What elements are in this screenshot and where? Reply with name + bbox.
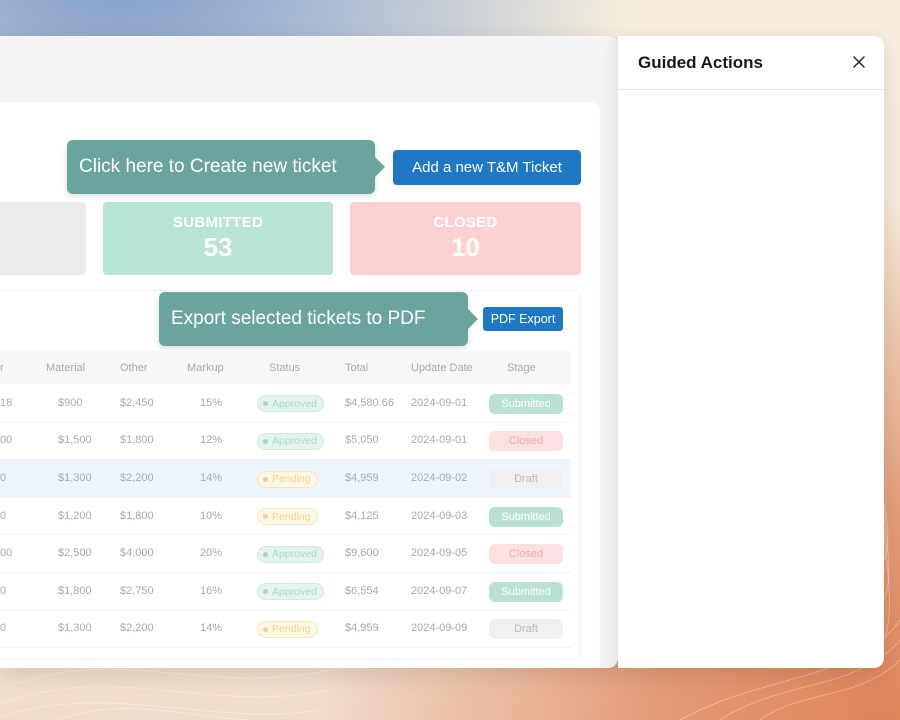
stat-card-closed[interactable]: CLOSED 10	[350, 202, 581, 275]
cell-total: $4,959	[345, 622, 379, 635]
status-badge-label: Approved	[272, 435, 317, 448]
cell-partial: 18	[0, 396, 13, 409]
status-badge: Pending	[257, 620, 318, 638]
cell-total: $5,050	[345, 434, 379, 447]
stat-card-draft[interactable]	[0, 202, 86, 275]
cell-material: $2,500	[58, 547, 92, 560]
cell-material: $1,800	[58, 584, 92, 597]
cell-total: $4,125	[345, 509, 379, 522]
cell-markup: 10%	[200, 509, 223, 522]
status-badge-label: Pending	[272, 473, 311, 485]
cell-total: $6,554	[345, 584, 379, 597]
status-badge: Approved	[257, 545, 324, 563]
status-badge: Pending	[257, 470, 318, 488]
status-badge-label: Approved	[272, 397, 317, 410]
status-dot-icon	[263, 401, 268, 407]
create-ticket-tooltip-text: Click here to Create new ticket	[79, 156, 337, 177]
status-badge: Pending	[257, 508, 318, 526]
column-header-partial[interactable]: r	[0, 362, 4, 374]
cell-other: $2,750	[120, 584, 154, 597]
stage-badge: Submitted	[489, 393, 563, 414]
cell-partial: 00	[0, 434, 13, 447]
stat-submitted-value: 53	[203, 232, 233, 262]
cell-total: $4,580.66	[345, 396, 394, 409]
column-header-markup[interactable]: Markup	[187, 362, 224, 374]
export-pdf-tooltip: Export selected tickets to PDF	[159, 292, 478, 346]
stat-submitted-label: SUBMITTED	[172, 214, 264, 231]
cell-markup: 14%	[200, 622, 223, 635]
cell-total: $9,600	[345, 547, 379, 560]
cell-partial: 00	[0, 547, 13, 560]
cell-other: $1,800	[120, 509, 154, 522]
cell-total: $4,959	[345, 472, 379, 484]
cell-update-date: 2024-09-05	[411, 547, 468, 560]
stage-badge: Closed	[489, 544, 563, 565]
cell-partial: 0	[0, 584, 7, 597]
pdf-export-button[interactable]: PDF Export	[483, 307, 563, 331]
cell-update-date: 2024-09-03	[411, 509, 468, 522]
add-ticket-button[interactable]: Add a new T&M Ticket	[393, 150, 581, 185]
status-badge-label: Pending	[272, 623, 311, 636]
stage-badge: Closed	[489, 431, 563, 452]
create-ticket-tooltip: Click here to Create new ticket	[67, 140, 385, 194]
close-icon[interactable]	[851, 54, 867, 70]
status-badge-label: Approved	[272, 585, 317, 598]
column-header-update-date[interactable]: Update Date	[411, 362, 473, 374]
cell-markup: 20%	[200, 547, 223, 560]
column-header-total[interactable]: Total	[345, 362, 368, 374]
cell-update-date: 2024-09-02	[411, 472, 468, 484]
cell-other: $2,200	[120, 472, 154, 484]
cell-markup: 15%	[200, 396, 223, 409]
cell-other: $2,200	[120, 622, 154, 635]
cell-material: $1,200	[58, 509, 92, 522]
stat-closed-value: 10	[451, 232, 480, 262]
stat-closed-label: CLOSED	[433, 214, 498, 231]
status-dot-icon	[263, 514, 268, 520]
status-dot-icon	[263, 626, 268, 632]
cell-material: $1,300	[58, 472, 92, 484]
guided-actions-title: Guided Actions	[638, 53, 763, 72]
status-dot-icon	[263, 438, 268, 444]
guided-actions-header: Guided Actions	[618, 36, 884, 90]
cell-partial: 0	[0, 472, 7, 484]
cell-markup: 16%	[200, 584, 223, 597]
status-badge: Approved	[257, 583, 324, 601]
cell-partial: 0	[0, 509, 7, 522]
guided-actions-panel: Guided Actions	[618, 36, 884, 668]
column-header-other[interactable]: Other	[120, 362, 148, 374]
stage-badge: Draft	[489, 619, 563, 640]
cell-other: $2,450	[120, 396, 154, 409]
status-dot-icon	[263, 551, 268, 557]
cell-update-date: 2024-09-01	[411, 396, 468, 409]
cell-other: $1,800	[120, 434, 154, 447]
status-dot-icon	[263, 589, 268, 595]
cell-other: $4,000	[120, 547, 154, 560]
column-header-material[interactable]: Material	[46, 362, 85, 374]
cell-material: $1,300	[58, 622, 92, 635]
cell-material: $900	[58, 396, 83, 409]
status-badge: Approved	[257, 432, 324, 450]
cell-markup: 14%	[200, 472, 223, 484]
status-badge-label: Pending	[272, 510, 311, 523]
cell-update-date: 2024-09-07	[411, 584, 468, 597]
cell-update-date: 2024-09-09	[411, 622, 468, 635]
column-header-stage[interactable]: Stage	[507, 362, 536, 374]
stage-badge: Submitted	[489, 506, 563, 527]
status-badge: Approved	[257, 395, 324, 413]
column-header-status[interactable]: Status	[269, 362, 300, 374]
stage-badge: Draft	[489, 469, 563, 489]
status-dot-icon	[263, 476, 268, 482]
cell-material: $1,500	[58, 434, 92, 447]
status-badge-label: Approved	[272, 548, 317, 561]
cell-update-date: 2024-09-01	[411, 434, 468, 447]
export-pdf-tooltip-text: Export selected tickets to PDF	[171, 308, 426, 329]
stat-card-submitted[interactable]: SUBMITTED 53	[103, 202, 333, 275]
stage-badge: Submitted	[489, 581, 563, 602]
cell-partial: 0	[0, 622, 7, 635]
cell-markup: 12%	[200, 434, 223, 447]
